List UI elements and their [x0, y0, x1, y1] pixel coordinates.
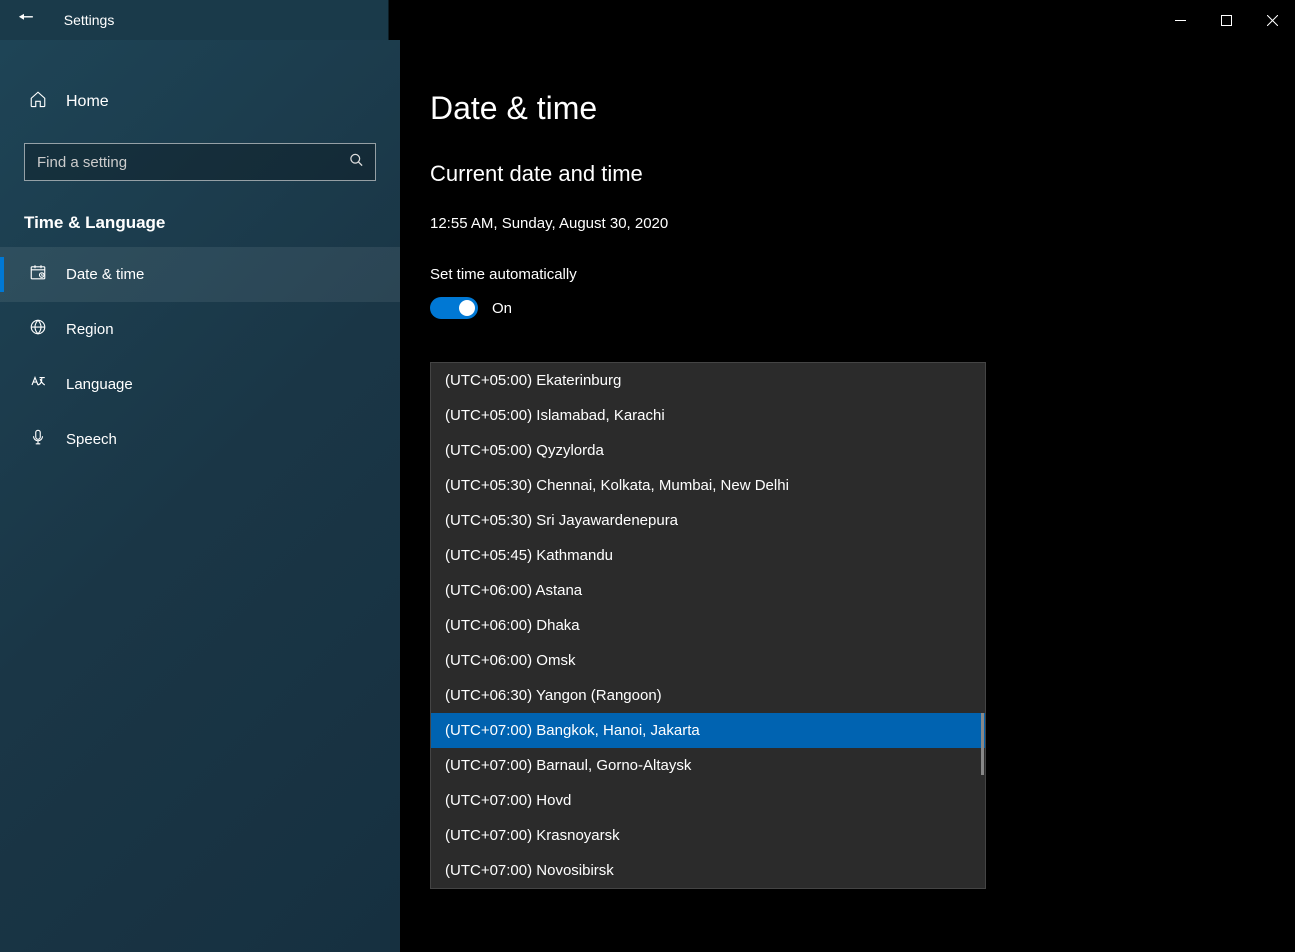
- auto-time-toggle[interactable]: [430, 297, 478, 319]
- region-icon: [28, 318, 48, 341]
- close-button[interactable]: [1249, 0, 1295, 40]
- sidebar-item-region[interactable]: Region: [0, 302, 400, 357]
- search-input[interactable]: [24, 143, 376, 181]
- sidebar-item-date-time[interactable]: Date & time: [0, 247, 400, 302]
- maximize-icon: [1221, 15, 1232, 26]
- sidebar: Home Time & Language Date & time Region La…: [0, 40, 400, 952]
- timezone-dropdown[interactable]: (UTC+05:00) Ekaterinburg(UTC+05:00) Isla…: [430, 362, 986, 889]
- timezone-option[interactable]: (UTC+05:00) Islamabad, Karachi: [431, 398, 985, 433]
- sidebar-item-label: Speech: [66, 431, 117, 448]
- auto-time-status: On: [492, 300, 512, 317]
- timezone-option[interactable]: (UTC+07:00) Hovd: [431, 783, 985, 818]
- timezone-option[interactable]: (UTC+06:00) Dhaka: [431, 608, 985, 643]
- timezone-option[interactable]: (UTC+07:00) Barnaul, Gorno-Altaysk: [431, 748, 985, 783]
- speech-icon: [28, 428, 48, 451]
- timezone-option[interactable]: (UTC+06:00) Omsk: [431, 643, 985, 678]
- timezone-option[interactable]: (UTC+05:00) Ekaterinburg: [431, 363, 985, 398]
- section-current-title: Current date and time: [430, 161, 1295, 187]
- back-button[interactable]: 🠔: [18, 5, 34, 35]
- timezone-option[interactable]: (UTC+07:00) Novosibirsk: [431, 853, 985, 888]
- auto-time-label: Set time automatically: [430, 266, 1295, 283]
- timezone-option[interactable]: (UTC+05:30) Sri Jayawardenepura: [431, 503, 985, 538]
- timezone-option[interactable]: (UTC+05:45) Kathmandu: [431, 538, 985, 573]
- minimize-icon: [1175, 15, 1186, 26]
- home-label: Home: [66, 93, 109, 111]
- timezone-option[interactable]: (UTC+05:30) Chennai, Kolkata, Mumbai, Ne…: [431, 468, 985, 503]
- timezone-option[interactable]: (UTC+06:30) Yangon (Rangoon): [431, 678, 985, 713]
- date-time-icon: [28, 263, 48, 286]
- timezone-option[interactable]: (UTC+07:00) Krasnoyarsk: [431, 818, 985, 853]
- category-title: Time & Language: [0, 191, 400, 247]
- timezone-option[interactable]: (UTC+06:00) Astana: [431, 573, 985, 608]
- sidebar-item-speech[interactable]: Speech: [0, 412, 400, 467]
- sidebar-item-language[interactable]: Language: [0, 357, 400, 412]
- close-icon: [1267, 15, 1278, 26]
- sidebar-item-label: Date & time: [66, 266, 144, 283]
- maximize-button[interactable]: [1203, 0, 1249, 40]
- main-content: Date & time Current date and time 12:55 …: [400, 40, 1295, 952]
- toggle-knob: [459, 300, 475, 316]
- sidebar-item-label: Region: [66, 321, 114, 338]
- sidebar-item-label: Language: [66, 376, 133, 393]
- app-title: Settings: [64, 12, 115, 28]
- current-datetime: 12:55 AM, Sunday, August 30, 2020: [430, 215, 1295, 232]
- minimize-button[interactable]: [1157, 0, 1203, 40]
- page-title: Date & time: [430, 90, 1295, 127]
- home-button[interactable]: Home: [0, 78, 400, 125]
- language-icon: [28, 373, 48, 396]
- titlebar: 🠔 Settings: [0, 0, 1295, 40]
- timezone-option[interactable]: (UTC+07:00) Bangkok, Hanoi, Jakarta: [431, 713, 985, 748]
- scrollbar-thumb[interactable]: [981, 713, 984, 775]
- home-icon: [28, 90, 48, 113]
- timezone-option[interactable]: (UTC+05:00) Qyzylorda: [431, 433, 985, 468]
